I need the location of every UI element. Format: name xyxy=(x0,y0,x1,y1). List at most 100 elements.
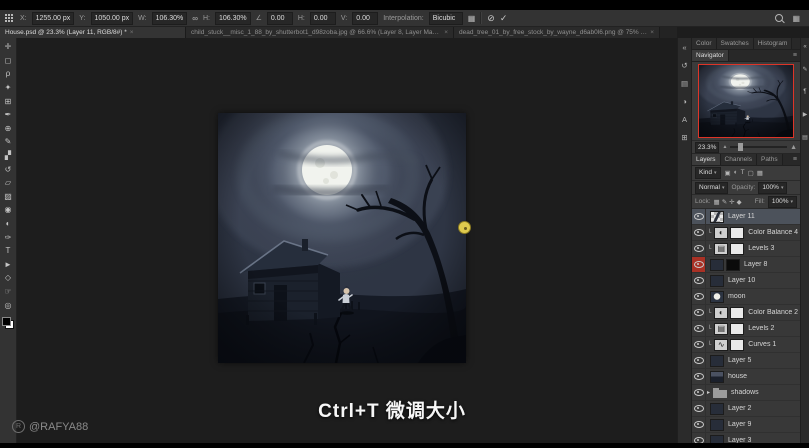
lock-transparent-pixels-icon[interactable]: ▦ xyxy=(714,198,720,206)
info-panel-icon[interactable]: ▤ xyxy=(802,134,808,141)
clone-source-panel-icon[interactable]: ⊞ xyxy=(681,133,687,142)
layer-mask-thumbnail[interactable] xyxy=(730,307,744,319)
navigator-zoom-slider[interactable] xyxy=(730,146,787,148)
navigator-zoom-value[interactable]: 23.3% xyxy=(695,142,719,153)
filter-type-layers-icon[interactable]: T xyxy=(741,169,745,177)
properties-panel-icon[interactable]: ▤ xyxy=(681,79,688,88)
layer-row[interactable]: Layer 2 xyxy=(692,401,800,417)
tab-close-icon[interactable]: × xyxy=(650,29,654,36)
height-input[interactable]: 106.30% xyxy=(215,12,251,25)
clone-stamp-tool[interactable]: ▞ xyxy=(1,149,16,163)
x-input[interactable]: 1255.00 px xyxy=(32,12,75,25)
foreground-color-chip[interactable] xyxy=(2,317,11,326)
expand-dock-icon[interactable]: « xyxy=(803,44,806,50)
tab-layers[interactable]: Layers xyxy=(692,154,721,165)
filter-shape-layers-icon[interactable]: ▢ xyxy=(748,169,754,177)
visibility-toggle[interactable] xyxy=(692,209,706,224)
y-input[interactable]: 1050.00 px xyxy=(91,12,134,25)
layer-row[interactable]: └▤Levels 3 xyxy=(692,241,800,257)
type-tool[interactable]: T xyxy=(1,244,16,258)
reference-point-locator-icon[interactable] xyxy=(5,14,13,22)
h-skew-input[interactable]: 0.00 xyxy=(310,12,336,25)
layer-name[interactable]: Levels 2 xyxy=(748,325,774,332)
layer-thumbnail[interactable] xyxy=(710,403,724,415)
zoom-slider-handle[interactable] xyxy=(738,143,743,151)
layer-name[interactable]: Layer 2 xyxy=(728,405,751,412)
character-panel-icon[interactable]: A xyxy=(682,115,687,124)
layer-thumbnail[interactable] xyxy=(710,275,724,287)
history-panel-icon[interactable]: ↺ xyxy=(681,61,687,70)
visibility-toggle[interactable] xyxy=(692,401,706,416)
visibility-toggle[interactable] xyxy=(692,241,706,256)
brush-tool[interactable]: ✎ xyxy=(1,135,16,149)
layer-name[interactable]: Curves 1 xyxy=(748,341,776,348)
layer-mask-thumbnail[interactable] xyxy=(730,243,744,255)
filter-smart-objects-icon[interactable]: ▦ xyxy=(757,169,763,177)
tab-close-icon[interactable]: × xyxy=(130,29,134,36)
layer-name[interactable]: shadows xyxy=(731,389,759,396)
layer-thumbnail[interactable] xyxy=(710,291,724,303)
layer-thumbnail[interactable] xyxy=(710,371,724,383)
layer-mask-thumbnail[interactable] xyxy=(730,227,744,239)
layer-name[interactable]: Color Balance 2 xyxy=(748,309,798,316)
visibility-toggle[interactable] xyxy=(692,385,706,400)
layer-row[interactable]: Layer 5 xyxy=(692,353,800,369)
warp-mode-icon[interactable]: ▦ xyxy=(468,14,476,23)
width-input[interactable]: 106.30% xyxy=(152,12,188,25)
navigator-proxy-view[interactable] xyxy=(699,65,793,137)
collapse-panels-icon[interactable]: « xyxy=(682,43,686,52)
layer-name[interactable]: Color Balance 4 xyxy=(748,229,798,236)
layer-row[interactable]: └◐Color Balance 2 xyxy=(692,305,800,321)
layer-mask-thumbnail[interactable] xyxy=(726,259,740,271)
adjustments-panel-icon[interactable]: ◑ xyxy=(682,97,687,106)
panel-menu-icon[interactable]: ≡ xyxy=(793,154,800,165)
visibility-toggle[interactable] xyxy=(692,321,706,336)
brush-settings-panel-icon[interactable]: ✎ xyxy=(802,66,807,73)
tab-color[interactable]: Color xyxy=(692,38,717,49)
visibility-toggle[interactable] xyxy=(692,369,706,384)
interpolation-select[interactable]: Bicubic xyxy=(429,12,463,25)
history-brush-tool[interactable]: ↺ xyxy=(1,162,16,176)
layer-row[interactable]: Layer 8 xyxy=(692,257,800,273)
layer-thumbnail[interactable]: ▤ xyxy=(714,243,728,255)
tab-navigator[interactable]: Navigator xyxy=(692,50,729,61)
panel-menu-icon[interactable]: ≡ xyxy=(793,50,800,61)
layer-thumbnail[interactable]: ∿ xyxy=(714,339,728,351)
visibility-toggle[interactable] xyxy=(692,305,706,320)
quick-selection-tool[interactable]: ✦ xyxy=(1,81,16,95)
visibility-toggle[interactable] xyxy=(692,225,706,240)
layer-row[interactable]: Layer 10 xyxy=(692,273,800,289)
layer-row[interactable]: moon xyxy=(692,289,800,305)
layer-thumbnail[interactable] xyxy=(710,211,724,223)
eyedropper-tool[interactable]: ✒ xyxy=(1,108,16,122)
workspace-switcher-icon[interactable]: ▦ xyxy=(792,14,800,23)
hand-tool[interactable]: ☞ xyxy=(1,285,16,299)
foreground-background-colors[interactable] xyxy=(2,317,14,329)
timeline-panel-icon[interactable]: ▶ xyxy=(803,111,808,118)
shape-tool[interactable]: ◇ xyxy=(1,271,16,285)
layer-name[interactable]: Layer 8 xyxy=(744,261,767,268)
visibility-toggle[interactable] xyxy=(692,337,706,352)
layer-thumbnail[interactable]: ◐ xyxy=(714,227,728,239)
layer-mask-thumbnail[interactable] xyxy=(730,323,744,335)
path-selection-tool[interactable]: ► xyxy=(1,258,16,272)
layer-mask-thumbnail[interactable] xyxy=(730,339,744,351)
layer-name[interactable]: moon xyxy=(728,293,746,300)
dodge-tool[interactable]: ◐ xyxy=(1,217,16,231)
search-icon[interactable] xyxy=(775,14,783,22)
visibility-toggle[interactable] xyxy=(692,289,706,304)
commit-transform-button[interactable]: ✓ xyxy=(500,13,508,24)
v-skew-input[interactable]: 0.00 xyxy=(352,12,378,25)
layer-thumbnail[interactable]: ◐ xyxy=(714,307,728,319)
cancel-transform-button[interactable]: ⊘ xyxy=(487,13,495,24)
artwork-image[interactable] xyxy=(218,113,466,363)
tab-close-icon[interactable]: × xyxy=(444,29,448,36)
eraser-tool[interactable]: ▱ xyxy=(1,176,16,190)
lock-image-pixels-icon[interactable]: ✎ xyxy=(722,198,727,206)
tab-paths[interactable]: Paths xyxy=(757,154,783,165)
layer-row[interactable]: Layer 11 xyxy=(692,209,800,225)
gradient-tool[interactable]: ▨ xyxy=(1,190,16,204)
layer-name[interactable]: Layer 5 xyxy=(728,357,751,364)
blend-mode-select[interactable]: Normal ▾ xyxy=(695,182,728,194)
zoom-in-icon[interactable]: ▲ xyxy=(790,144,797,151)
